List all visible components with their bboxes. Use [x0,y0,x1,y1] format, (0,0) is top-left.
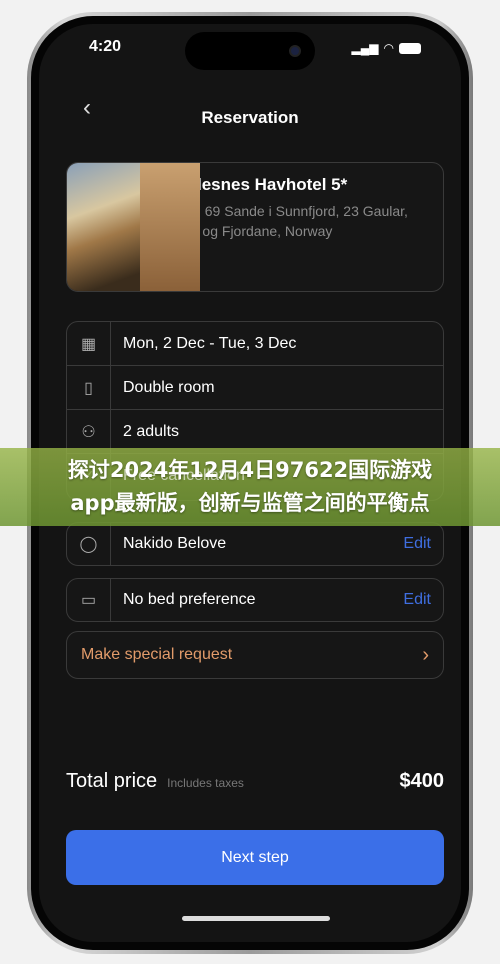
bed-edit-link[interactable]: Edit [403,591,431,609]
hotel-address: 4217, 69 Sande i Sunnfjord, 23 Gaular, S… [165,203,408,239]
page-title: Reservation [201,108,299,127]
bed-row: ▭ No bed preference Edit [66,578,444,622]
home-indicator [182,916,330,921]
wifi-icon: ◠ [383,41,394,55]
guest-row: ◯ Nakido Belove Edit [66,522,444,566]
hotel-card[interactable]: Lindesnes Havhotel 5* 4217, 69 Sande i Su… [66,162,444,292]
total-price: Total price Includes taxes $400 [66,770,445,792]
detail-room[interactable]: ▯ Double room [67,366,443,410]
battery-icon [399,42,421,54]
hotel-name: Lindesnes Havhotel 5* [165,175,348,194]
status-icons: ▂▄▆ ◠ [352,41,421,55]
people-icon: ⚇ [67,410,111,453]
overlay-banner: 探讨2024年12月4日97622国际游戏 app最新版，创新与监管之间的平衡点 [0,448,500,526]
special-request-button[interactable]: Make special request › [66,631,444,679]
price-value: $400 [399,770,445,792]
guest-edit-link[interactable]: Edit [403,535,431,553]
detail-dates[interactable]: ▦ Mon, 2 Dec - Tue, 3 Dec [67,322,443,366]
calendar-icon: ▦ [67,322,111,365]
dynamic-island [185,32,315,70]
bed-icon: ▭ [67,579,111,621]
person-icon: ◯ [67,523,111,565]
door-icon: ▯ [67,366,111,409]
camera-icon [289,45,301,57]
signal-icon: ▂▄▆ [351,41,379,55]
next-step-button[interactable]: Next step [66,830,444,885]
cancellation-label: Free cancellation [123,467,245,484]
status-time: 4:20 [89,38,122,55]
hotel-image [67,163,200,291]
chevron-right-icon: › [422,643,429,666]
